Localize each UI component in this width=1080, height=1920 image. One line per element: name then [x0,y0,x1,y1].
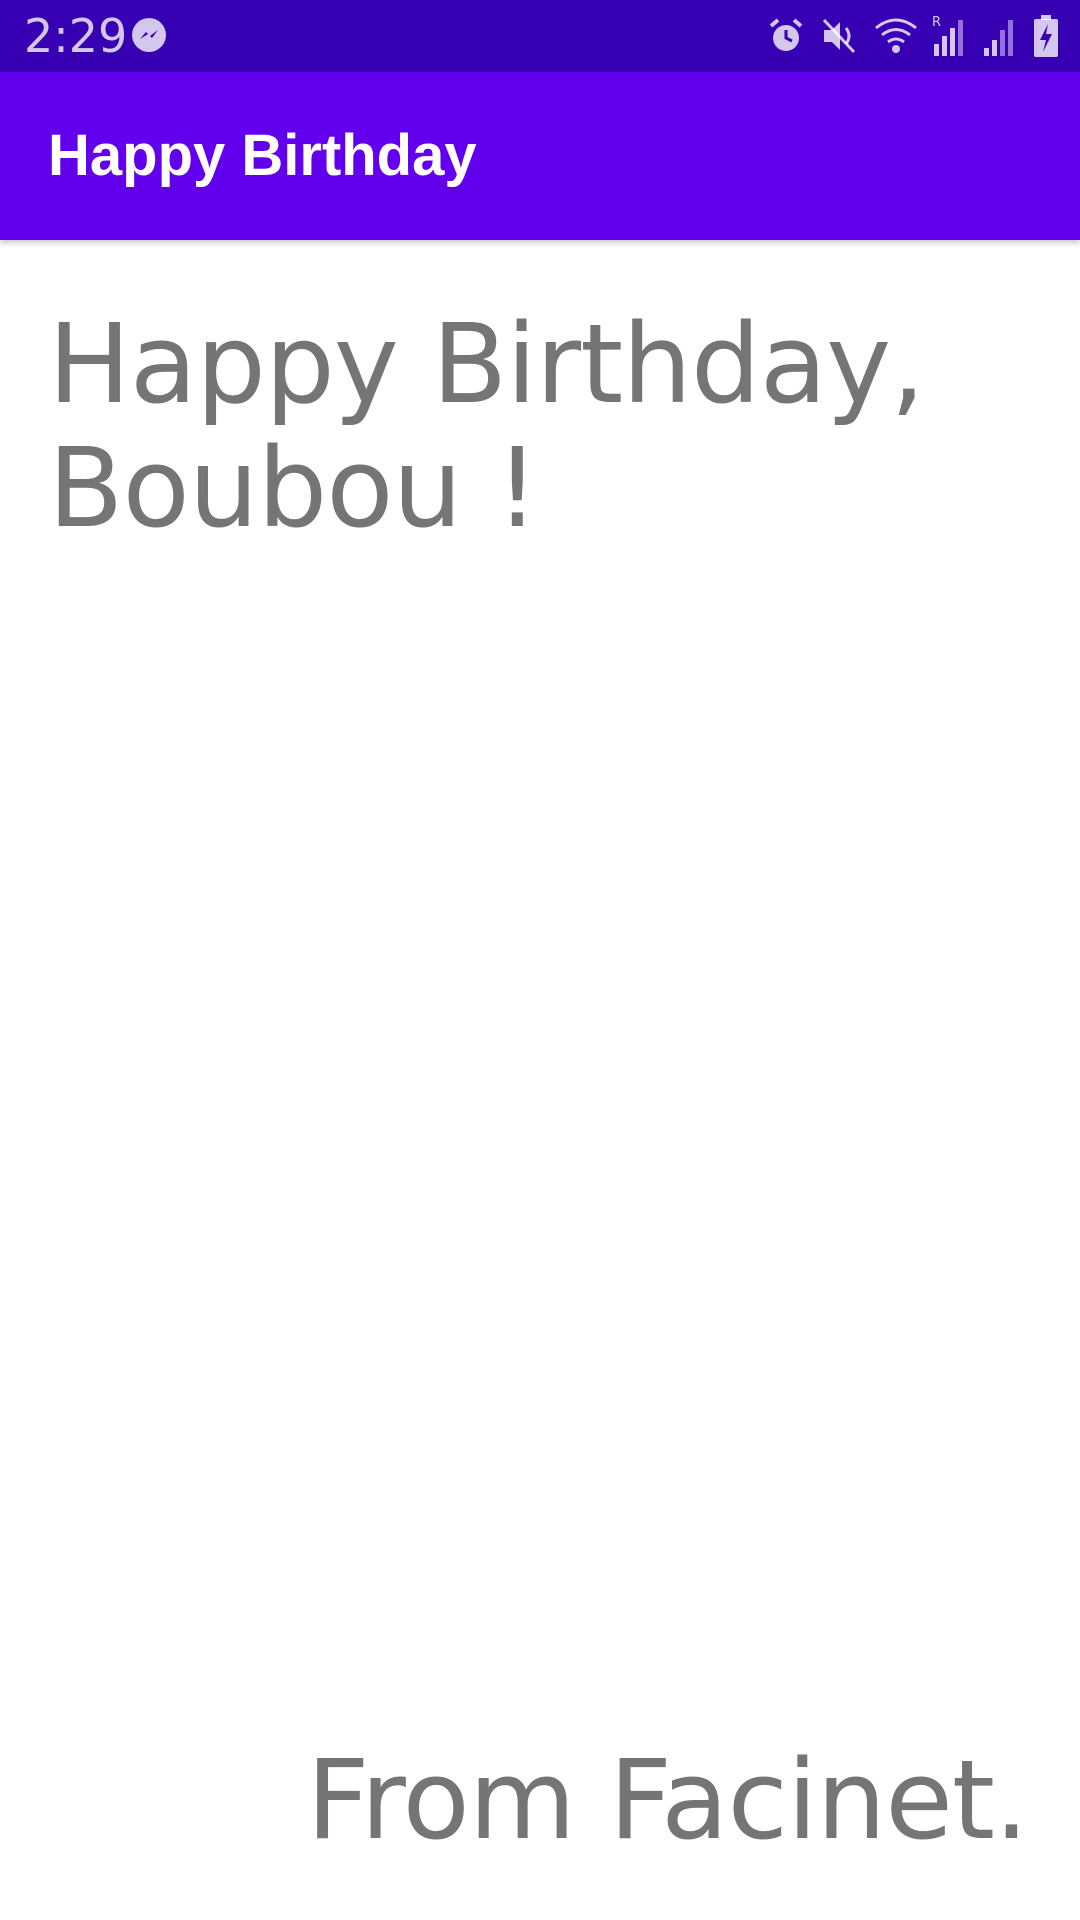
system-status-icons: R [766,14,1060,58]
signature-text: From Facinet. [306,1736,1029,1864]
app-bar: Happy Birthday [0,72,1080,240]
signal-icon [982,14,1018,58]
svg-text:R: R [932,15,941,30]
messenger-icon [130,16,168,54]
wifi-icon [874,16,918,56]
alarm-icon [766,16,806,56]
greeting-text: Happy Birthday, Boubou ! [48,300,925,552]
mute-icon [820,16,860,56]
status-time: 2:29 [24,9,128,63]
notification-icons [130,16,168,56]
status-bar: 2:29 R [0,0,1080,72]
app-title: Happy Birthday [48,123,477,188]
signal-roaming-icon: R [932,14,968,58]
battery-charging-icon [1032,14,1060,58]
